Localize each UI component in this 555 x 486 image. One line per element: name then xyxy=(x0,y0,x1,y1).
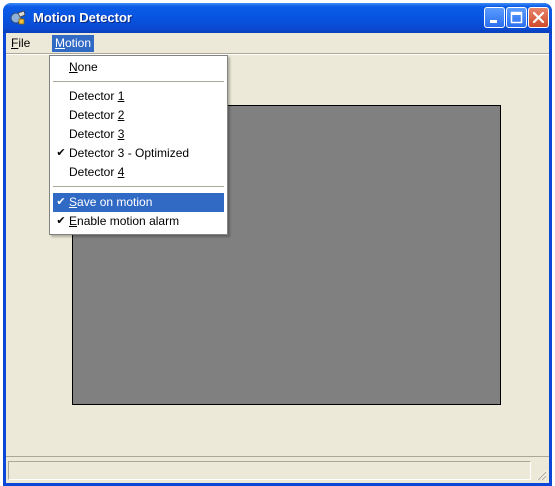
close-icon xyxy=(532,11,545,24)
menu-item-detector-2[interactable]: Detector 2 xyxy=(53,106,224,125)
menu-item-save-on-motion[interactable]: ✔ Save on motion xyxy=(53,193,224,212)
menu-bar: File Motion xyxy=(6,33,549,53)
status-pane xyxy=(8,461,531,480)
menu-file[interactable]: File xyxy=(8,35,33,52)
resize-grip-icon[interactable] xyxy=(534,468,547,481)
minimize-icon xyxy=(490,20,497,23)
maximize-button[interactable] xyxy=(506,7,527,28)
motion-dropdown-menu: None Detector 1 Detector 2 Detector 3 ✔ … xyxy=(49,55,228,235)
checkmark-icon: ✔ xyxy=(56,147,66,159)
menu-item-none[interactable]: None xyxy=(53,58,224,77)
menu-separator xyxy=(53,81,224,83)
menu-item-enable-motion-alarm[interactable]: ✔ Enable motion alarm xyxy=(53,212,224,231)
menu-item-detector-4[interactable]: Detector 4 xyxy=(53,163,224,182)
checkmark-icon: ✔ xyxy=(56,215,66,227)
menu-item-detector-1[interactable]: Detector 1 xyxy=(53,87,224,106)
menu-item-detector-3[interactable]: Detector 3 xyxy=(53,125,224,144)
status-bar xyxy=(6,456,549,483)
menu-separator xyxy=(53,186,224,188)
minimize-button[interactable] xyxy=(484,7,505,28)
window-title: Motion Detector xyxy=(33,10,132,25)
checkmark-icon: ✔ xyxy=(56,196,66,208)
close-button[interactable] xyxy=(528,7,549,28)
maximize-icon xyxy=(510,11,523,24)
motion-detector-app-icon xyxy=(10,10,26,25)
title-bar[interactable]: Motion Detector xyxy=(3,3,552,33)
menu-item-detector-3-optimized[interactable]: ✔ Detector 3 - Optimized xyxy=(53,144,224,163)
menu-motion[interactable]: Motion xyxy=(52,35,95,52)
